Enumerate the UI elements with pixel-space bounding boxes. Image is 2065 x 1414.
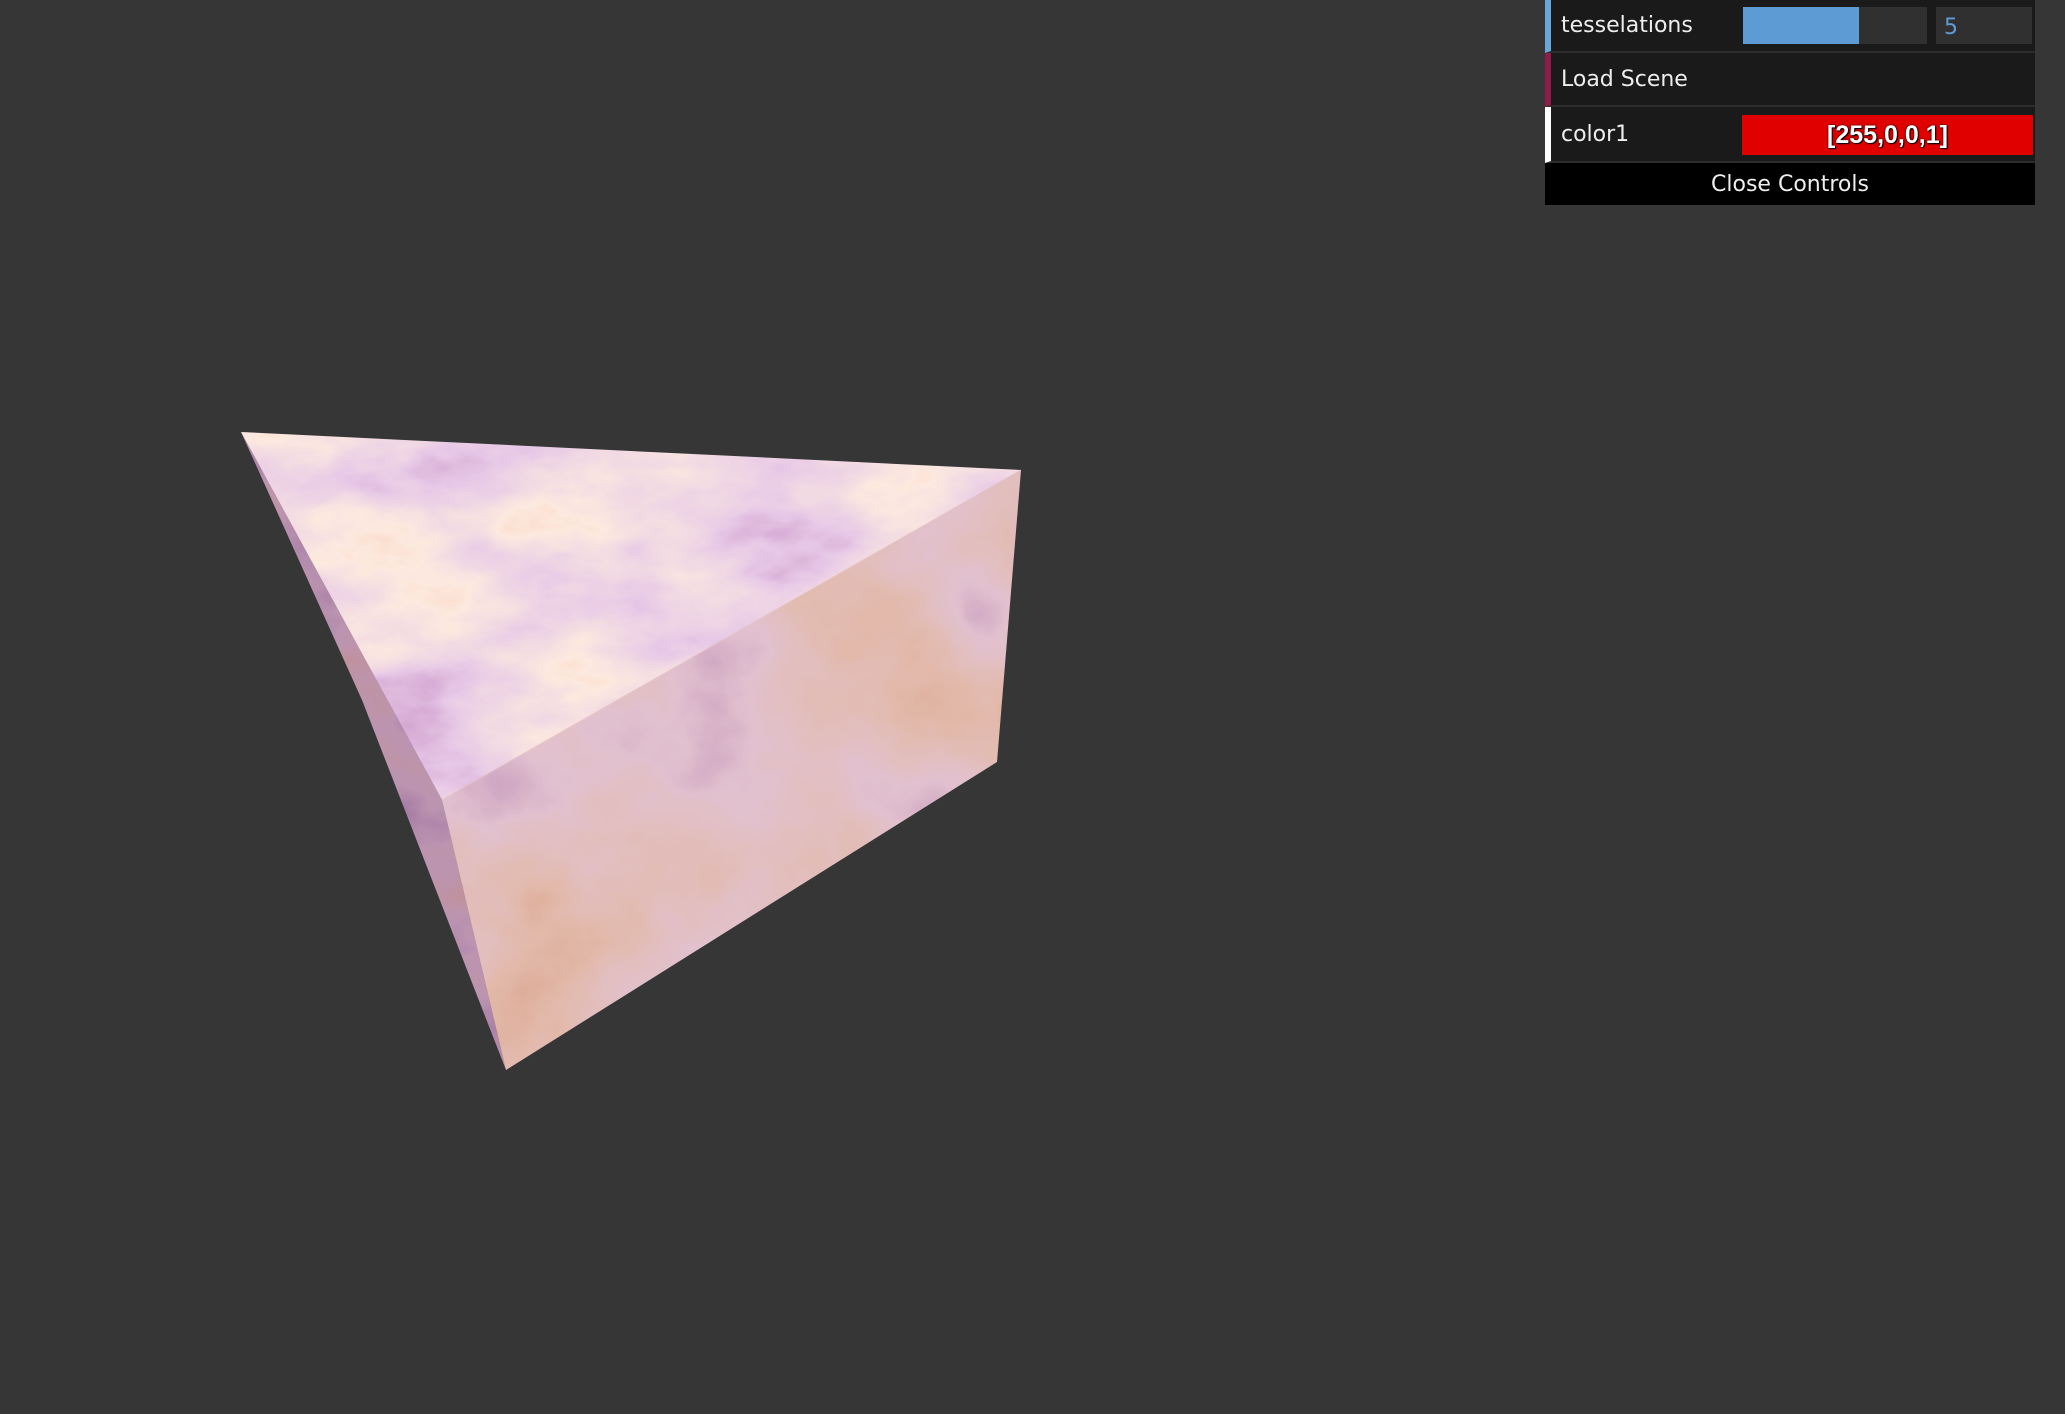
load-scene-label: Load Scene	[1561, 66, 1688, 92]
webgl-canvas[interactable]	[0, 0, 2065, 1414]
textured-prism	[241, 432, 1022, 1070]
close-controls-button[interactable]: Close Controls	[1545, 163, 2035, 205]
controls-panel: tesselations Load Scene color1 [255,0,0,…	[1545, 0, 2035, 205]
tesselations-input[interactable]	[1936, 7, 2032, 44]
color1-control: color1 [255,0,0,1]	[1545, 107, 2035, 163]
tesselations-slider-fill	[1743, 7, 1859, 44]
tesselations-control: tesselations	[1545, 0, 2035, 53]
color1-swatch-input[interactable]: [255,0,0,1]	[1742, 115, 2033, 155]
color1-label: color1	[1561, 121, 1630, 147]
load-scene-button[interactable]: Load Scene	[1545, 53, 2035, 107]
tesselations-slider[interactable]	[1743, 7, 1927, 44]
tesselations-label: tesselations	[1561, 13, 1693, 38]
render-viewport[interactable]: tesselations Load Scene color1 [255,0,0,…	[0, 0, 2065, 1414]
